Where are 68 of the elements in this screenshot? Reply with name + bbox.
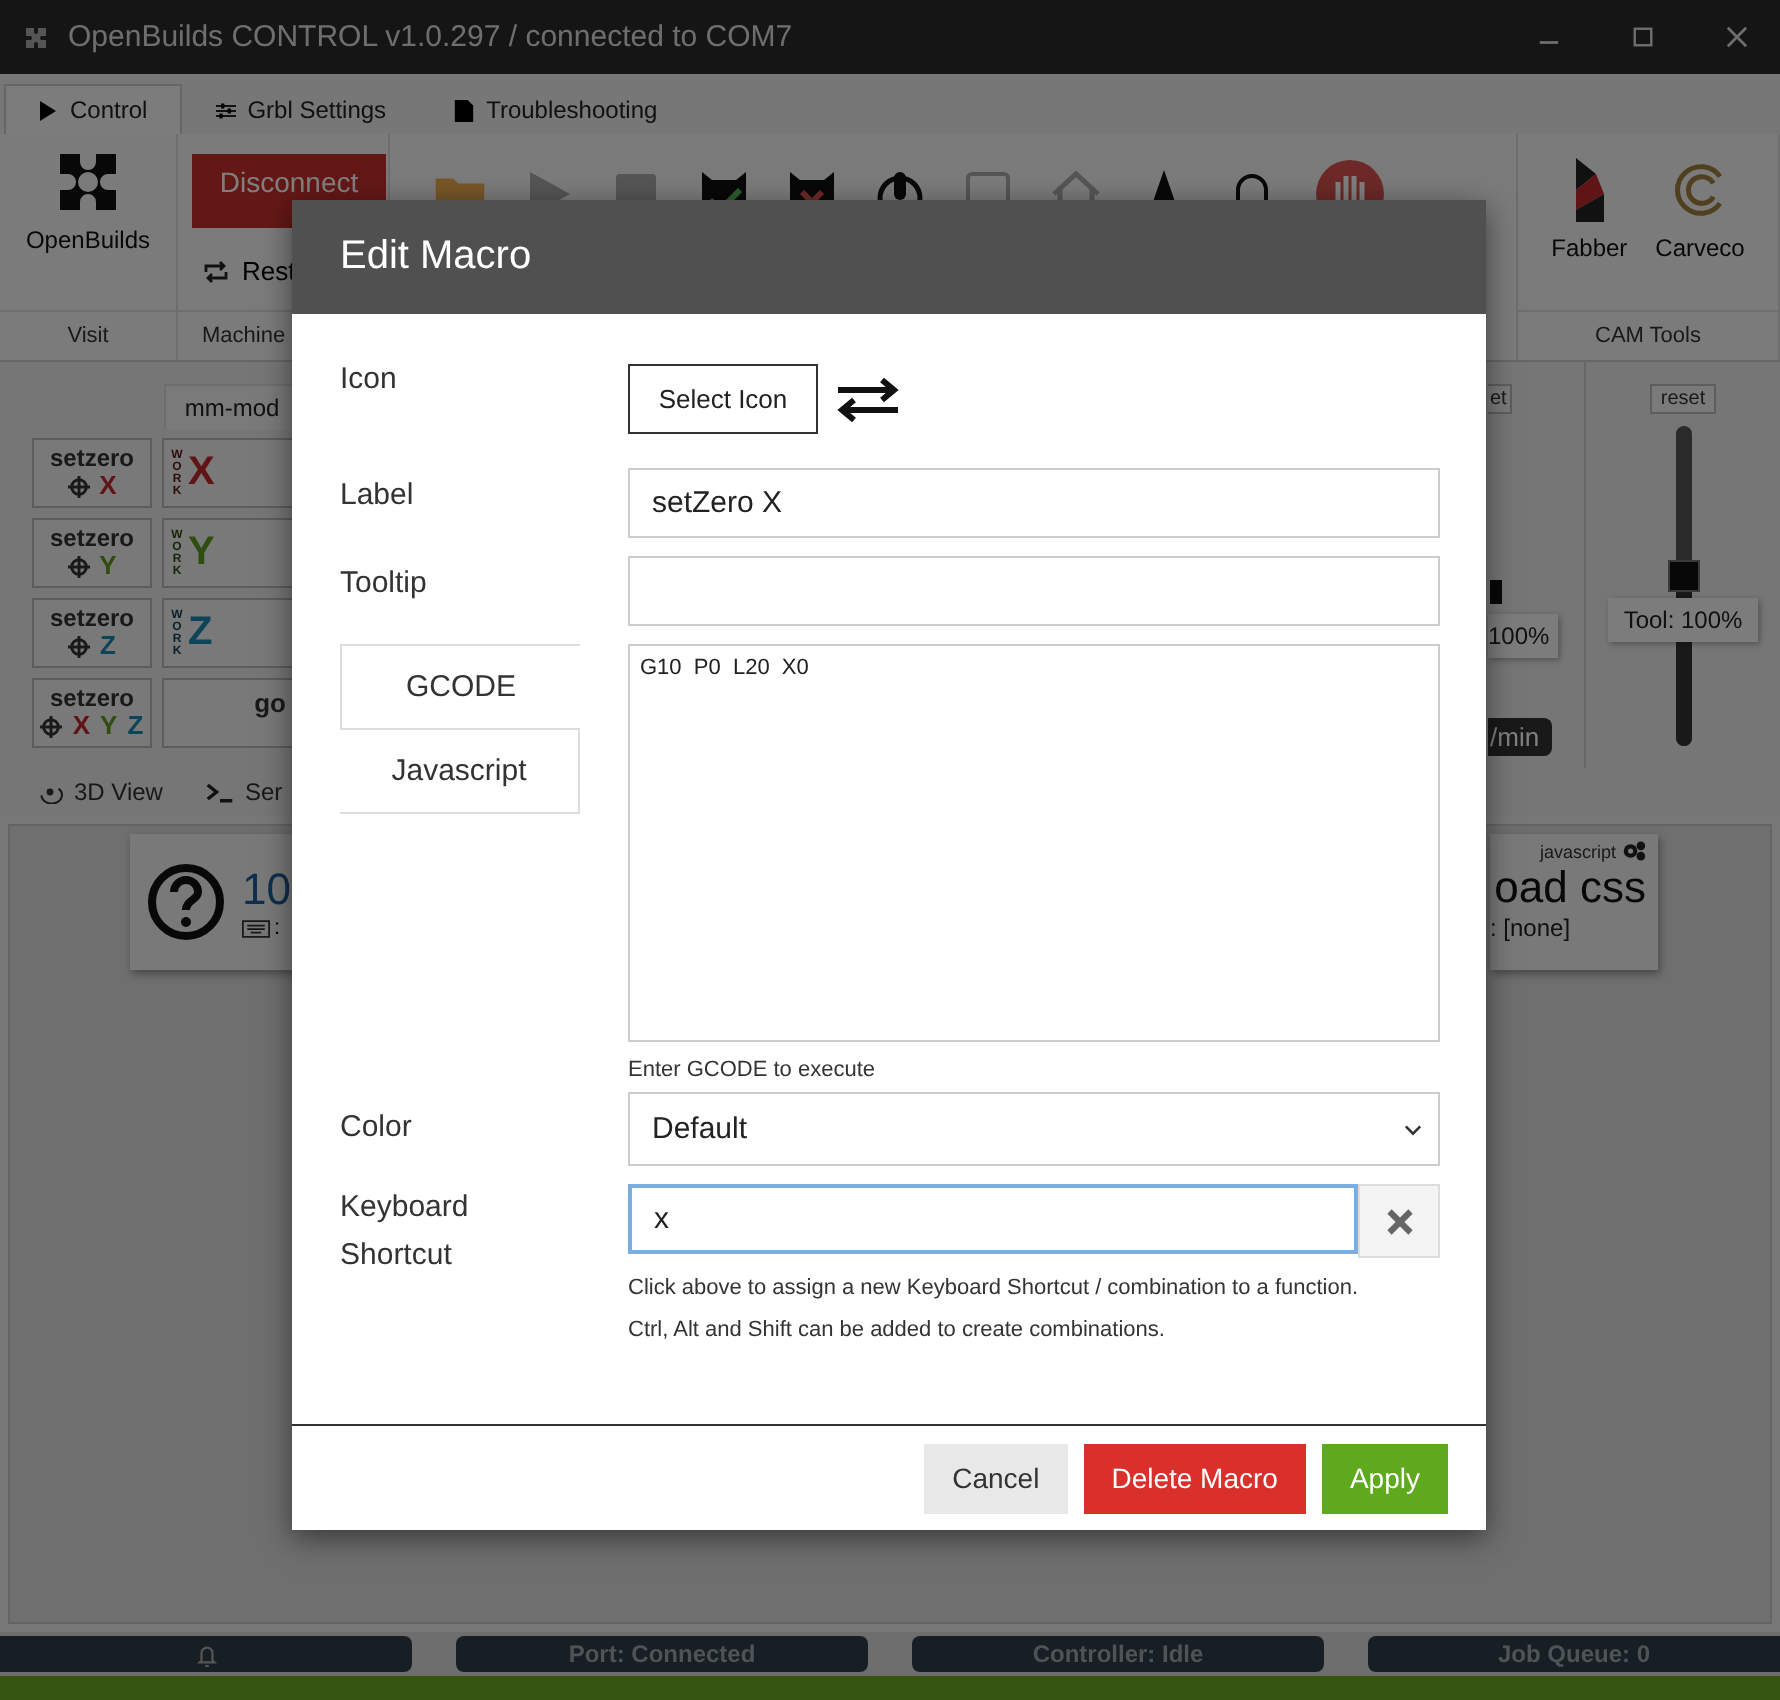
- keyboard-icon: [242, 919, 270, 937]
- dialog-button[interactable]: Cancel: [924, 1443, 1068, 1513]
- window-title: OpenBuilds CONTROL v1.0.297 / connected to COM7: [68, 20, 795, 54]
- code-type-tab[interactable]: Javascript: [340, 730, 580, 814]
- field-label: Color: [340, 1108, 414, 1144]
- setzero-button[interactable]: setzero Z: [32, 598, 152, 668]
- goto-button[interactable]: go: [162, 678, 294, 748]
- play-icon: [38, 99, 58, 121]
- gcode-editor[interactable]: G10 P0 L20 X0: [628, 644, 1440, 1042]
- tab[interactable]: Troubleshooting: [420, 84, 692, 134]
- slider-thumb[interactable]: [1490, 580, 1502, 604]
- clear-button[interactable]: [1358, 1184, 1440, 1258]
- shortcut-input[interactable]: x: [628, 1184, 1358, 1254]
- setzero-button[interactable]: setzero X: [32, 438, 152, 508]
- cam-tool-button[interactable]: Fabber: [1543, 154, 1636, 262]
- field-label: Label: [340, 476, 416, 512]
- close-icon: [1385, 1207, 1413, 1235]
- select-icon-button[interactable]: Select Icon: [628, 364, 818, 434]
- label-input[interactable]: setZero X: [628, 468, 1440, 538]
- bell-icon: [195, 1641, 217, 1667]
- view-tab[interactable]: 3D View: [36, 778, 163, 806]
- setzero-button[interactable]: setzero Y: [32, 518, 152, 588]
- repeat-icon: [202, 259, 230, 283]
- crosshair-icon: [68, 635, 91, 657]
- field-label: Tooltip: [340, 564, 429, 600]
- macro-title: oad css: [1494, 862, 1646, 914]
- cam-tool-button[interactable]: Carveco: [1647, 154, 1753, 262]
- help-text: Ctrl, Alt and Shift can be added to create combinations.: [628, 1318, 1167, 1342]
- color-select[interactable]: Default: [628, 1092, 1440, 1166]
- crosshair-icon: [40, 715, 63, 737]
- question-icon: [146, 862, 226, 942]
- help-text: Enter GCODE to execute: [628, 1058, 877, 1082]
- dialog-title: Edit Macro: [340, 234, 532, 280]
- tab[interactable]: Control: [4, 84, 182, 134]
- reset-button[interactable]: reset: [1650, 384, 1716, 414]
- code-type-tab[interactable]: GCODE: [340, 644, 580, 730]
- feed-override-reading: 100%: [1488, 614, 1558, 658]
- macro-shortcut: :: [274, 916, 281, 940]
- document-icon: [454, 99, 475, 121]
- openbuilds-button[interactable]: OpenBuilds: [17, 146, 159, 254]
- maximize-icon[interactable]: [1632, 26, 1654, 48]
- chevron-down-icon: [1404, 1123, 1422, 1135]
- view-tab[interactable]: Ser: [206, 778, 283, 806]
- close-icon[interactable]: [1726, 26, 1748, 48]
- gears-icon: [1622, 840, 1646, 862]
- dialog-button[interactable]: Delete Macro: [1083, 1443, 1306, 1513]
- setzero-button[interactable]: setzero X Y Z: [32, 678, 152, 748]
- crosshair-icon: [67, 475, 90, 497]
- macro-card[interactable]: javascript oad css : [none]: [1490, 834, 1658, 970]
- macro-title: 10: [242, 864, 291, 916]
- group-label: Visit: [0, 310, 176, 360]
- feed-rate-badge: /min: [1488, 718, 1552, 756]
- macro-shortcut: : [none]: [1490, 914, 1571, 942]
- swap-arrows-icon: [834, 375, 902, 423]
- field-label: Keyboard Shortcut: [340, 1188, 471, 1276]
- tool-override-reading: Tool: 100%: [1607, 598, 1759, 642]
- tooltip-input[interactable]: [628, 556, 1440, 626]
- crosshair-icon: [67, 555, 90, 577]
- macro-type-label: javascript: [1539, 841, 1616, 861]
- slider-thumb[interactable]: [1667, 559, 1699, 592]
- dialog-button[interactable]: Apply: [1321, 1443, 1448, 1513]
- tab[interactable]: Grbl Settings: [181, 84, 421, 134]
- sliders-icon: [215, 99, 236, 121]
- field-label: Icon: [340, 360, 399, 396]
- help-text: Click above to assign a new Keyboard Shortcut / combination to a function.: [628, 1276, 1361, 1300]
- terminal-icon: [206, 780, 235, 804]
- group-label: CAM Tools: [1518, 310, 1778, 360]
- reset-button[interactable]: et: [1488, 384, 1513, 414]
